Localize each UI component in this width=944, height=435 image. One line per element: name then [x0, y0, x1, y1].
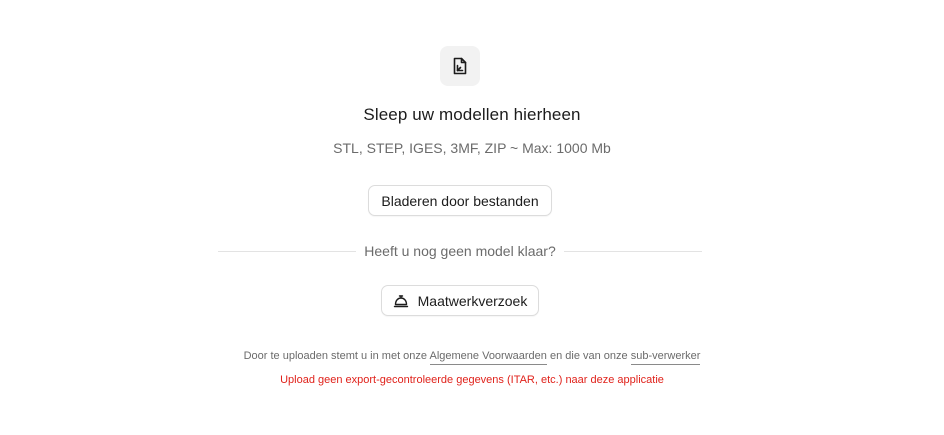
- dropzone-title: Sleep uw modellen hierheen: [363, 105, 581, 124]
- service-bell-icon: [393, 293, 409, 309]
- browse-files-button[interactable]: Bladeren door bestanden: [368, 185, 552, 216]
- terms-link[interactable]: Algemene Voorwaarden: [429, 350, 547, 365]
- divider-text: Heeft u nog geen model klaar?: [364, 243, 556, 259]
- divider-line-left: [218, 250, 357, 252]
- terms-notice: Door te uploaden stemt u in met onze Alg…: [0, 350, 944, 365]
- divider-line-right: [563, 250, 702, 252]
- file-chart-icon: [440, 46, 480, 86]
- sub-processor-link[interactable]: sub-verwerker: [630, 350, 701, 365]
- terms-prefix: Door te uploaden stemt u in met onze: [243, 350, 428, 362]
- terms-middle: en die van onze: [549, 350, 628, 362]
- upload-dropzone[interactable]: Sleep uw modellen hierheen STL, STEP, IG…: [0, 0, 944, 435]
- custom-request-button[interactable]: Maatwerkverzoek: [381, 285, 539, 316]
- export-control-warning: Upload geen export-gecontroleerde gegeve…: [280, 374, 664, 386]
- custom-request-label: Maatwerkverzoek: [417, 292, 528, 309]
- supported-formats-text: STL, STEP, IGES, 3MF, ZIP ~ Max: 1000 Mb: [333, 140, 611, 156]
- divider: Heeft u nog geen model klaar?: [218, 241, 702, 261]
